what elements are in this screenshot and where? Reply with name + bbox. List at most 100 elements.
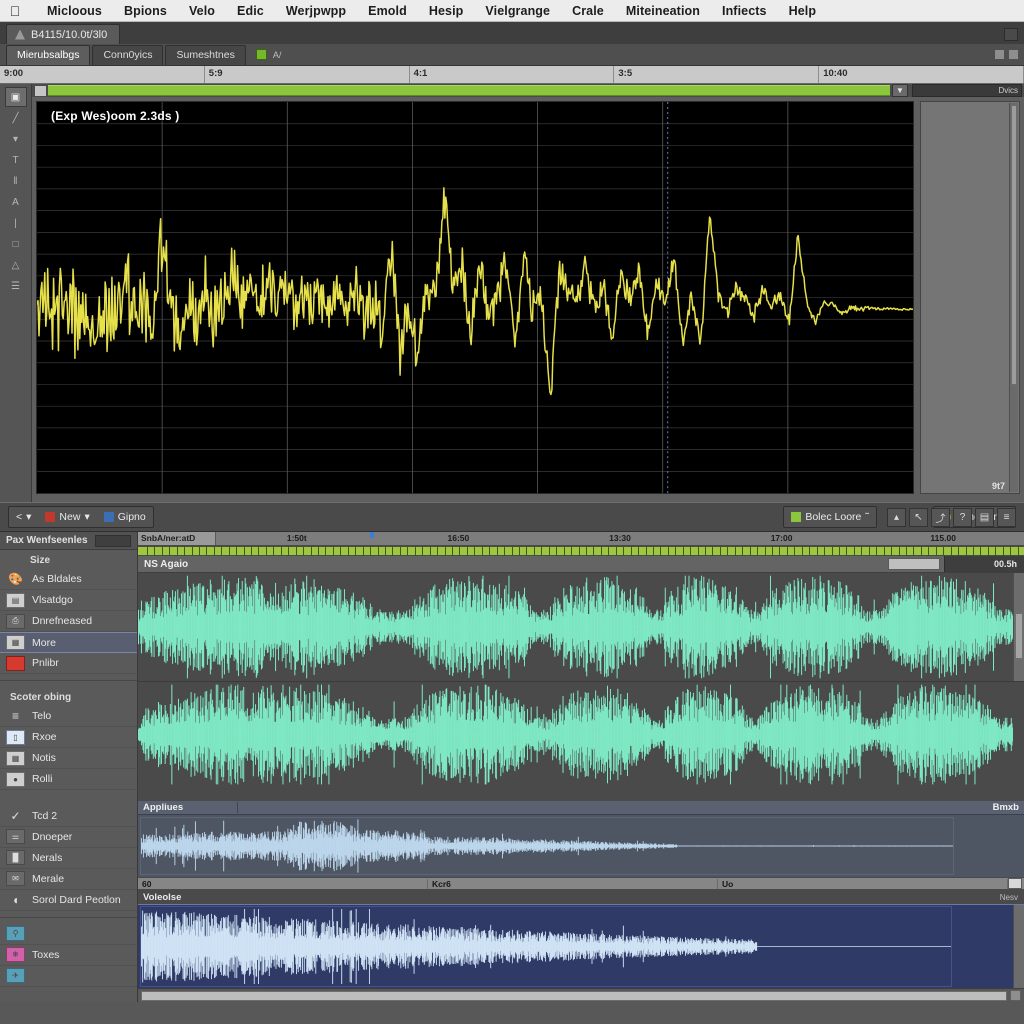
overview-tick [883,547,885,555]
menu-icon[interactable]: ≡ [997,507,1016,527]
icon-glyph: ▤ [979,511,990,523]
overview-tick [719,547,721,555]
cursor-icon[interactable]: ↖ [909,507,928,527]
timeline-ruler[interactable]: SnbA/ner:atD 1:50t 16:50 13:30 17:00 115… [138,532,1024,546]
tracks-scrollbar[interactable] [1013,573,1024,681]
menu-item-6[interactable]: Hesip [418,4,475,18]
overview-tick [705,547,707,555]
tool-grid-icon[interactable]: ☰ [5,276,27,296]
right-empty-pane[interactable]: 9t7 [920,101,1020,495]
bottom-panel-b[interactable] [138,904,1024,988]
equals-icon: ≡ [11,709,19,723]
upload-icon[interactable]: ▴ [887,507,906,527]
sidebar-item-vlsatdgo[interactable]: ▤ Vlsatdgo [0,590,137,611]
help-icon[interactable]: ? [953,507,972,527]
sidebar-item-pin[interactable]: ⚲ [0,924,137,945]
tool-brush-icon[interactable]: ▾ [5,129,27,149]
sidebar-item-tcd2[interactable]: ✓ Tcd 2 [0,806,137,827]
overview-tick [764,547,766,555]
scrollbar-thumb[interactable] [1015,613,1023,659]
menu-item-1[interactable]: Bpions [113,4,178,18]
tab-mierubsalbgs[interactable]: Mierubsalbgs [6,44,91,65]
menu-item-0[interactable]: Micloous [36,4,113,18]
overview-tick [370,547,372,555]
apple-logo-icon[interactable]:  [8,3,22,19]
scrollbar-thumb[interactable] [1011,105,1017,385]
menu-item-2[interactable]: Velo [178,4,226,18]
sidebar-item-rolli[interactable]: ● Rolli [0,769,137,790]
sidebar-item-bird[interactable]: ✈ [0,966,137,987]
sidebar-item-label: Rxoe [32,731,57,743]
tab-sumeshtnes[interactable]: Sumeshtnes [165,44,246,65]
back-button[interactable]: < ▾ [9,507,38,527]
tab-conn0yics[interactable]: Conn0yics [92,44,164,65]
sidebar-header-field[interactable] [94,534,131,547]
bottom-panel-a-wave[interactable] [138,815,1024,877]
share-icon[interactable]: ⤴ [931,507,950,527]
tool-measure-icon[interactable]: ‖ [5,171,27,191]
new-button[interactable]: New ▾ [38,507,96,527]
mini-ruler-end-button[interactable] [1008,878,1022,889]
overview-tick [362,547,364,555]
right-pane-scrollbar[interactable] [1009,103,1018,493]
sidebar-item-dnoeper[interactable]: ⚌ Dnoeper [0,827,137,848]
overview-tick [697,547,699,555]
horizontal-ruler[interactable]: 9:00 5:9 4:1 3:5 10:40 [0,66,1024,84]
panel-expand-icon[interactable] [1009,50,1018,59]
sidebar-item-telo[interactable]: ≡ Telo [0,706,137,727]
sidebar-item-merale[interactable]: ✉ Merale [0,869,137,890]
track-fader[interactable] [888,558,940,570]
window-minimize-icon[interactable] [1004,28,1018,41]
track-header: NS Agaio 00.5h [138,556,1024,573]
overview-tick [474,547,476,555]
sidebar-item-more[interactable]: ▦ More [0,632,137,653]
waveform-plot[interactable]: (Exp Wes)oom 2.3ds ) [36,101,914,495]
track-waveform-right[interactable] [138,682,1024,787]
overview-tick [533,547,535,555]
tool-pen-icon[interactable]: ╱ [5,108,27,128]
scrollbar-end-button[interactable] [1010,990,1021,1001]
green-status-chip-icon[interactable] [255,49,267,60]
menu-item-3[interactable]: Edic [226,4,275,18]
horizontal-scrollbar[interactable] [138,988,1024,1002]
layout-icon[interactable]: ▤ [975,507,994,527]
tool-zoom-icon[interactable]: △ [5,255,27,275]
tool-text-icon[interactable]: T [5,150,27,170]
sidebar-item-rxoe[interactable]: ▯ Rxoe [0,727,137,748]
menu-item-10[interactable]: Infiects [711,4,778,18]
sidebar-item-sorol-dard-peotlon[interactable]: ◖ Sorol Dard Peotlon [0,890,137,911]
tool-select-icon[interactable]: ▣ [4,87,27,107]
tool-type-icon[interactable]: A [5,192,27,212]
sidebar-item-notis[interactable]: ▦ Notis [0,748,137,769]
menu-item-5[interactable]: Emold [357,4,418,18]
sidebar-item-label: As Bldales [32,573,82,585]
tool-line-icon[interactable]: | [5,213,27,233]
green-overview-bar[interactable] [48,85,890,96]
tool-shape-icon[interactable]: □ [5,234,27,254]
sidebar-item-as-bldales[interactable]: 🎨 As Bldales [0,569,137,590]
overview-tick [831,547,833,555]
collapse-arrow-icon[interactable]: ▼ [892,84,908,97]
menu-item-9[interactable]: Miteineation [615,4,711,18]
track-waveform-left[interactable] [138,573,1024,681]
sidebar-item-dnrefneased[interactable]: ⎙ Dnrefneased [0,611,137,632]
menu-item-help[interactable]: Help [778,4,828,18]
bottom-panel-b-scrollbar[interactable] [1013,905,1024,988]
menu-item-4[interactable]: Werjpwpp [275,4,357,18]
scrollbar-thumb[interactable] [141,990,1007,1001]
sidebar-item-pnlibr[interactable]: Pnlibr [0,653,137,674]
timeline-overview-bar[interactable] [138,546,1024,556]
document-tab[interactable]: B4115/10.0t/3l0 [6,24,121,44]
sidebar-item-label: Tcd 2 [32,809,58,822]
playhead-marker[interactable] [370,532,374,538]
sidebar-item-nerals[interactable]: █ Nerals [0,848,137,869]
sidebar-item-label: Sorol Dard Peotlon [32,893,121,906]
bolec-loore-button[interactable]: Bolec Loore ˜ [784,507,876,527]
menu-item-8[interactable]: Crale [561,4,615,18]
save-icon[interactable] [34,84,47,97]
mini-ruler[interactable]: 60 Kcr6 Uo [138,877,1024,890]
sidebar-item-toxes[interactable]: ❄ Toxes [0,945,137,966]
menu-item-7[interactable]: Vielgrange [474,4,561,18]
open-button[interactable]: Gipno [97,507,153,527]
panel-toggle-icon[interactable] [995,50,1004,59]
